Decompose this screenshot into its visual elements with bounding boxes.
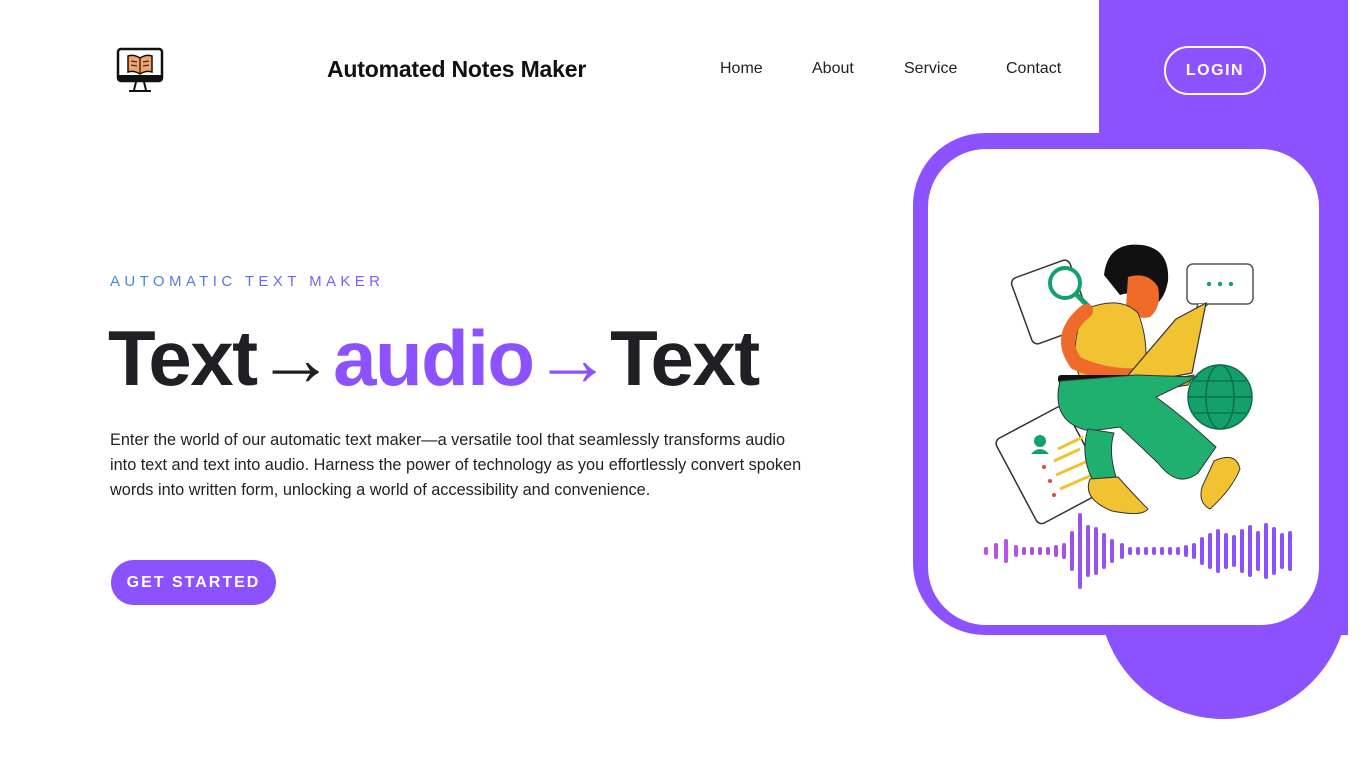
brand-title[interactable]: Automated Notes Maker xyxy=(327,56,586,83)
globe-icon xyxy=(1187,364,1253,430)
nav-home-link[interactable]: Home xyxy=(720,60,763,78)
hero-eyebrow: AUTOMATIC TEXT MAKER xyxy=(110,273,385,290)
hero-illustration-card xyxy=(928,149,1319,625)
nav-service-link[interactable]: Service xyxy=(904,60,957,78)
audio-waveform xyxy=(984,513,1292,589)
login-button[interactable]: LOGIN xyxy=(1164,46,1266,95)
get-started-button[interactable]: GET STARTED xyxy=(111,560,276,605)
headline-accent: audio xyxy=(333,314,535,402)
hero-headline: Text→audio→Text xyxy=(108,312,760,404)
monitor-book-icon[interactable] xyxy=(115,46,165,94)
headline-arrow-2: → xyxy=(533,314,612,402)
headline-arrow-1: → xyxy=(256,314,335,402)
nav-contact-link[interactable]: Contact xyxy=(1006,60,1061,78)
person-with-laptop-illustration xyxy=(984,244,1292,589)
headline-text-2: Text xyxy=(610,314,760,402)
hero-description: Enter the world of our automatic text ma… xyxy=(110,431,802,499)
nav-about-link[interactable]: About xyxy=(812,60,854,78)
headline-text-1: Text xyxy=(108,314,258,402)
